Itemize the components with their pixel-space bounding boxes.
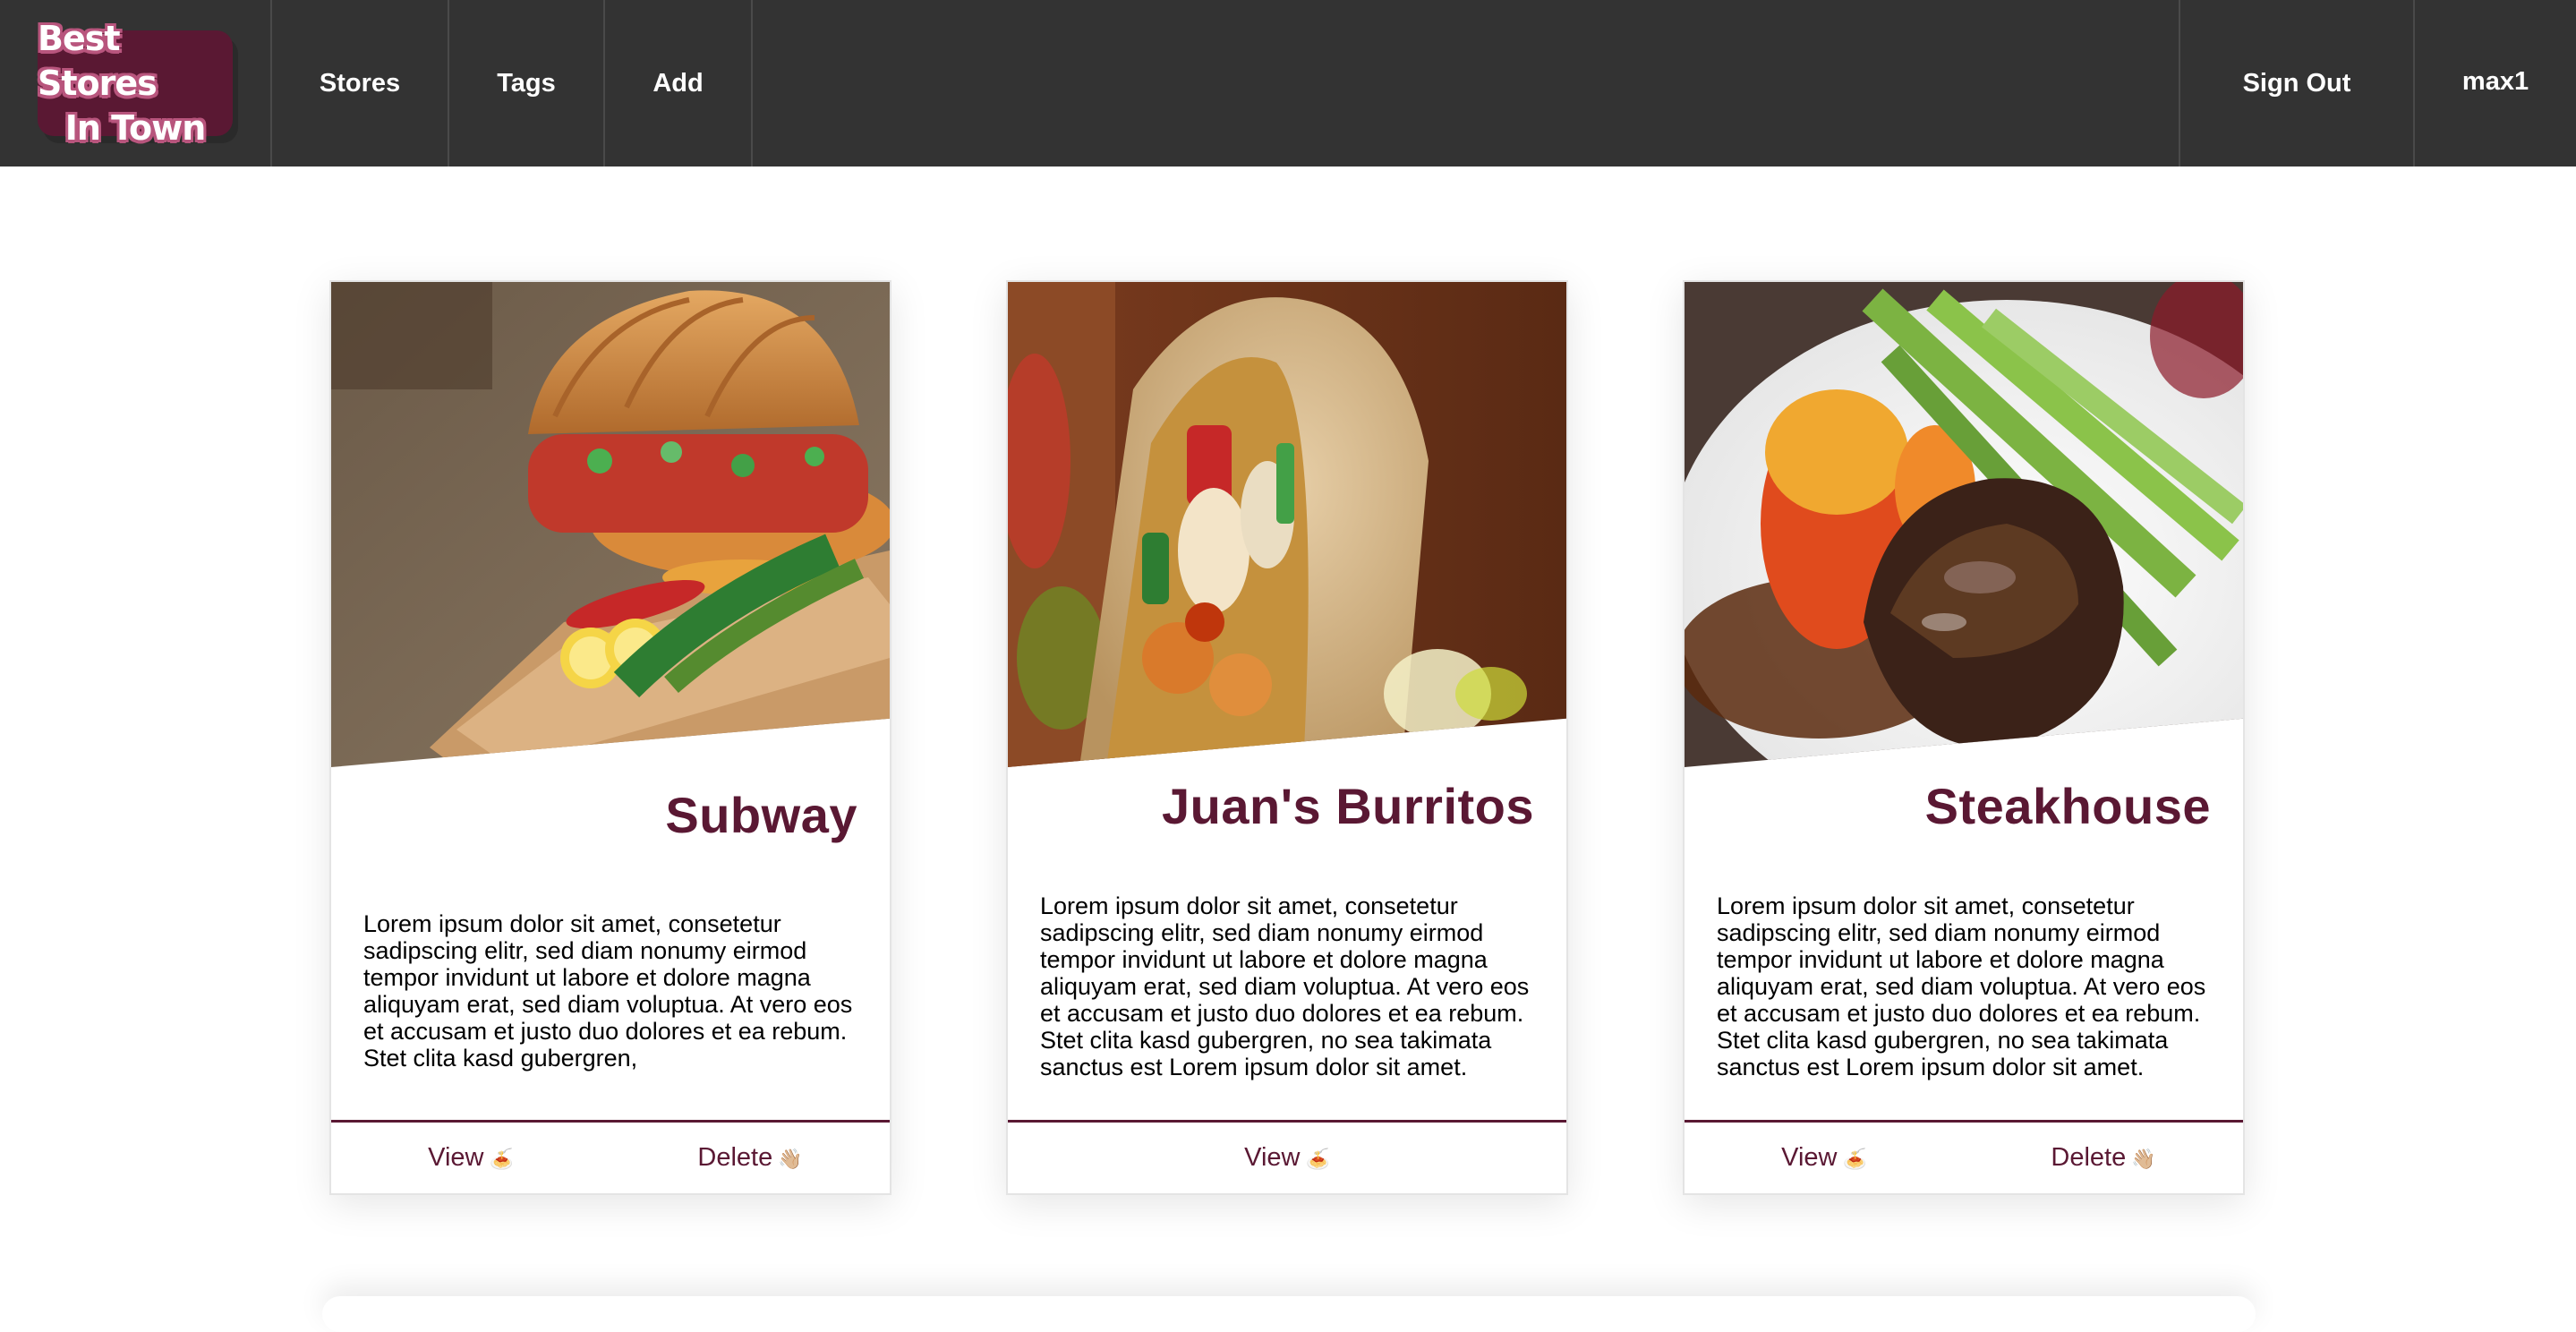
nav-tags-link[interactable]: Tags bbox=[449, 0, 605, 166]
next-row-card-shadow bbox=[322, 1296, 2256, 1332]
burrito-image bbox=[1008, 282, 1566, 767]
store-title[interactable]: Steakhouse bbox=[1925, 777, 2211, 835]
card-actions: View 🍝 Delete 👋🏼 bbox=[1685, 1120, 2243, 1193]
store-description: Lorem ipsum dolor sit amet, consetetur s… bbox=[363, 910, 853, 1072]
view-label: View bbox=[1244, 1143, 1301, 1172]
sandwich-image bbox=[331, 282, 890, 767]
view-label: View bbox=[428, 1143, 484, 1172]
waving-hand-icon: 👋🏼 bbox=[2131, 1148, 2156, 1170]
nav-add-link[interactable]: Add bbox=[605, 0, 753, 166]
card-actions: View 🍝 Delete 👋🏼 bbox=[331, 1120, 890, 1193]
view-button[interactable]: View 🍝 bbox=[331, 1143, 610, 1173]
logo-line-1: Best Stores bbox=[38, 19, 158, 103]
spaghetti-icon: 🍝 bbox=[1842, 1148, 1867, 1170]
sign-out-link[interactable]: Sign Out bbox=[2179, 0, 2415, 166]
store-description: Lorem ipsum dolor sit amet, consetetur s… bbox=[1040, 892, 1530, 1080]
steak-image bbox=[1685, 282, 2243, 767]
store-title[interactable]: Subway bbox=[665, 786, 857, 844]
delete-button[interactable]: Delete 👋🏼 bbox=[1964, 1143, 2243, 1173]
spaghetti-icon: 🍝 bbox=[1305, 1148, 1330, 1170]
waving-hand-icon: 👋🏼 bbox=[778, 1148, 803, 1170]
delete-label: Delete bbox=[697, 1143, 773, 1172]
logo: Best Stores In Town bbox=[38, 19, 233, 148]
top-nav: Best Stores In Town Stores Tags Add Sign… bbox=[0, 0, 2576, 166]
store-title[interactable]: Juan's Burritos bbox=[1162, 777, 1534, 835]
store-card-steakhouse: Steakhouse Lorem ipsum dolor sit amet, c… bbox=[1683, 280, 2245, 1195]
store-description: Lorem ipsum dolor sit amet, consetetur s… bbox=[1717, 892, 2206, 1080]
delete-label: Delete bbox=[2051, 1143, 2127, 1172]
view-label: View bbox=[1781, 1143, 1838, 1172]
delete-button[interactable]: Delete 👋🏼 bbox=[610, 1143, 890, 1173]
logo-line-2: In Town bbox=[64, 108, 207, 148]
user-account-link[interactable]: max1 bbox=[2415, 0, 2576, 166]
spaghetti-icon: 🍝 bbox=[489, 1148, 514, 1170]
store-image-steakhouse bbox=[1685, 282, 2243, 767]
store-card-subway: Subway Lorem ipsum dolor sit amet, conse… bbox=[329, 280, 891, 1195]
store-image-subway bbox=[331, 282, 890, 767]
card-actions: View 🍝 bbox=[1008, 1120, 1566, 1193]
store-card-juans-burritos: Juan's Burritos Lorem ipsum dolor sit am… bbox=[1006, 280, 1568, 1195]
view-button[interactable]: View 🍝 bbox=[1685, 1143, 1964, 1173]
view-button[interactable]: View 🍝 bbox=[1008, 1143, 1566, 1173]
nav-stores-link[interactable]: Stores bbox=[272, 0, 449, 166]
store-image-juans-burritos bbox=[1008, 282, 1566, 767]
logo-link[interactable]: Best Stores In Town bbox=[0, 0, 272, 166]
